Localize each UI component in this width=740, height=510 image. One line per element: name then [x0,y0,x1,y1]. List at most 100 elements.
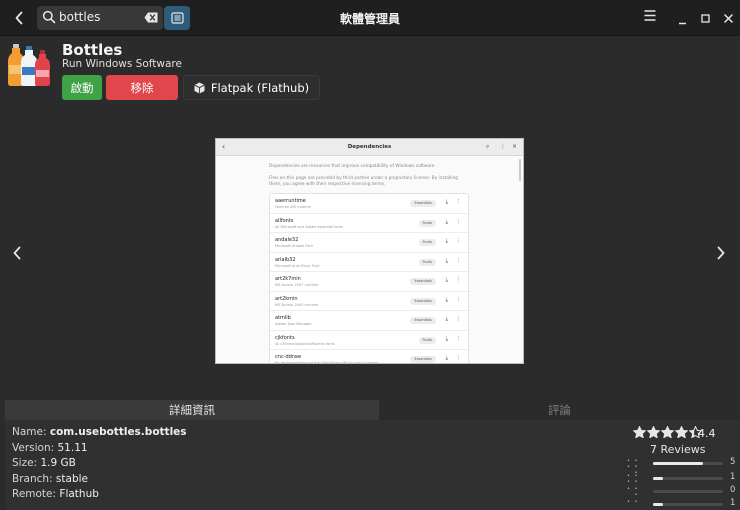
dependency-name: art2k7min [275,276,301,282]
histogram-count: 0 [730,485,736,495]
histogram-count: 1 [730,498,736,508]
detail-name-label: Name: [12,426,47,438]
more-options-icon: ⋮ [455,257,462,264]
download-icon: ⤓ [445,355,448,361]
dependency-row: allfonts All Microsoft and Adobe essentia… [270,214,468,233]
histogram-fill [653,477,663,480]
dependency-row: aaerruntime Harman AIR runtime Essentials ⤓… [270,194,468,214]
dependency-badge: Fonts [418,258,436,266]
histogram-stars: • • • [627,486,639,498]
dependency-badge: Fonts [418,336,436,344]
screenshot-intro: Dependencies are resources that improve … [269,164,436,169]
source-selector-button[interactable]: Flatpak (Flathub) [183,75,320,100]
screenshot-scrollbar [519,159,521,181]
histogram-row: • • 1 [621,498,740,509]
tab-details[interactable]: 詳細資訊 [5,400,379,420]
dependency-badge: Fonts [418,239,436,246]
dependency-row: atmlib Adobe Type Manager Essentials ⤓ ⋮ [270,311,468,331]
download-icon: ⤓ [445,335,448,342]
dependency-badge: Essentials [410,200,436,207]
detail-branch: Branch: stable [12,473,88,485]
star-icon [647,426,660,438]
download-icon: ⤓ [445,257,448,264]
detail-size-label: Size: [12,457,38,469]
app-name: Bottles [62,41,123,59]
carousel-previous-button[interactable] [12,246,22,263]
dependency-name: andale32 [275,237,299,243]
more-options-icon: ⋮ [455,316,462,322]
dependency-name: atmlib [275,315,291,321]
more-options-icon: ⋮ [455,335,462,342]
detail-name: Name: com.usebottles.bottles [12,426,187,438]
more-options-icon: ⋮ [455,218,462,225]
histogram-stars: • • [627,499,639,505]
minimize-icon [679,22,686,25]
star-icon [675,426,688,438]
screenshot-header: ‹ Dependencies ⌕ ⋮ × [216,139,523,156]
download-icon: ⤓ [445,316,448,322]
detail-name-value: com.usebottles.bottles [49,426,187,438]
dependency-desc: MS Access 2007 runtime [275,283,319,287]
dependency-desc: Re-implementation of the DirectDraw API … [275,361,379,364]
details-panel: Name: com.usebottles.bottles Version: 51… [5,420,740,510]
rating-value: 4.4 [698,427,716,440]
more-options-icon: ⋮ [455,199,462,205]
source-label: Flatpak (Flathub) [210,80,310,95]
dependency-list: aaerruntime Harman AIR runtime Essentials ⤓… [269,193,469,364]
dependency-name: arialb32 [275,256,296,263]
info-tabs: 詳細資訊 評論 [5,400,740,420]
dependency-badge: Essentials [410,278,436,285]
histogram-fill [653,462,703,465]
dependency-row: arialb32 Microsoft Arial Black Font Fonts ⤓… [270,253,468,272]
header-bar: bottles 軟體管理員 [0,0,740,36]
detail-remote-value: Flathub [59,488,99,500]
dependency-row: art2k7min MS Access 2007 runtime Essential… [270,272,468,292]
more-options-icon: ⋮ [455,355,462,361]
dependency-desc: All Microsoft and Adobe essential fonts [275,224,343,229]
more-options-icon: ⋮ [455,296,462,303]
screenshot-license-note: Files on this page are provided by third… [269,176,459,187]
detail-branch-label: Branch: [12,473,53,485]
more-options-icon: ⋮ [455,238,462,244]
launch-button[interactable]: 啟動 [62,75,102,100]
download-icon: ⤓ [445,296,448,303]
histogram-bar [653,477,723,480]
remove-button[interactable]: 移除 [106,75,178,100]
dependency-name: cjkfonts [275,334,295,341]
maximize-button[interactable] [701,12,710,26]
app-summary: Run Windows Software [62,58,182,70]
download-icon: ⤓ [445,199,448,205]
review-count: 7 Reviews [650,443,706,456]
dependency-badge: Essentials [410,356,436,363]
tab-reviews[interactable]: 評論 [379,400,740,420]
download-icon: ⤓ [445,238,448,244]
dependency-desc: Harman AIR runtime [275,205,311,209]
detail-version: Version: 51.11 [12,442,88,454]
maximize-icon [701,14,710,23]
star-icon [661,426,674,438]
detail-remote: Remote: Flathub [12,488,99,500]
main-menu-button[interactable] [644,10,656,24]
carousel-next-button[interactable] [716,246,726,263]
minimize-button[interactable] [678,14,687,28]
histogram-fill [653,503,663,506]
dependency-row: cjkfonts All Chinese/Japanese/Korean font… [270,331,468,350]
app-screenshot[interactable]: ‹ Dependencies ⌕ ⋮ × Dependencies are re… [215,138,524,364]
dependency-badge: Essentials [410,297,436,305]
histogram-bar [653,503,723,506]
histogram-bar [653,490,723,493]
histogram-bar [653,462,723,465]
close-button[interactable] [724,12,733,26]
dependency-name: cnc-ddraw [275,354,302,360]
dependency-name: allfonts [275,217,294,224]
histogram-row: • • • 0 [621,485,740,498]
dependency-desc: Microsoft Arial Black Font [275,263,320,268]
dependency-row: andale32 Microsoft Andale Font Fonts ⤓ ⋮ [270,233,468,253]
detail-size-value: 1.9 GB [40,457,76,469]
more-options-icon: ⋮ [455,277,462,283]
detail-branch-value: stable [55,473,88,485]
dependency-name: art2kmin [275,295,298,302]
histogram-row: • • • • 1 [621,472,740,485]
detail-version-value: 51.11 [57,442,88,454]
download-icon: ⤓ [445,277,448,283]
